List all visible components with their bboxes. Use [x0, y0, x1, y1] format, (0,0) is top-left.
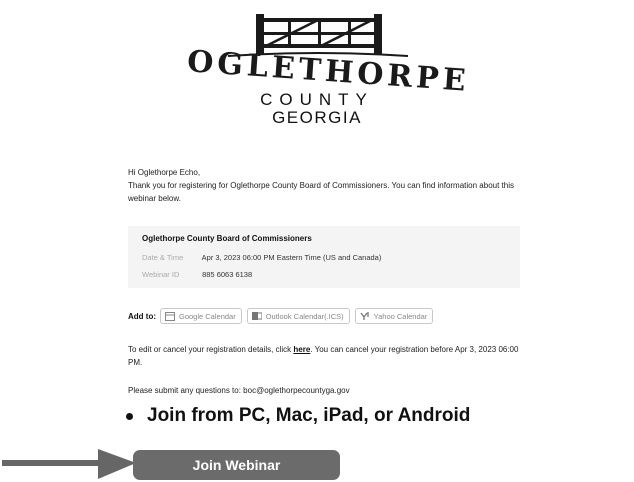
- arrow-right-icon: [2, 449, 136, 479]
- google-calendar-button[interactable]: Google Calendar: [160, 308, 242, 324]
- bullet-icon: [126, 412, 133, 420]
- date-time-row: Date & Time Apr 3, 2023 06:00 PM Eastern…: [142, 253, 381, 262]
- intro-text: Thank you for registering for Oglethorpe…: [128, 181, 514, 203]
- join-devices-text: Join from PC, Mac, iPad, or Android: [147, 405, 471, 426]
- webinar-id-row: Webinar ID 885 6063 6138: [142, 270, 252, 279]
- logo-county-text: COUNTY: [260, 90, 374, 109]
- edit-registration-text: To edit or cancel your registration deta…: [128, 343, 528, 369]
- email-body: Hi Oglethorpe Echo, Thank you for regist…: [128, 166, 524, 205]
- questions-text: Please submit any questions to: boc@ogle…: [128, 386, 350, 395]
- webinar-details-card: Oglethorpe County Board of Commissioners…: [128, 226, 520, 288]
- greeting-text: Hi Oglethorpe Echo,: [128, 168, 201, 177]
- add-to-label: Add to:: [128, 311, 156, 321]
- webinar-id-label: Webinar ID: [142, 270, 180, 279]
- calendar-icon: [165, 312, 175, 321]
- outlook-calendar-label: Outlook Calendar(.ICS): [265, 311, 344, 321]
- google-calendar-label: Google Calendar: [179, 311, 236, 321]
- logo-state-text: GEORGIA: [272, 108, 362, 127]
- yahoo-calendar-button[interactable]: Yahoo Calendar: [354, 308, 434, 324]
- date-time-label: Date & Time: [142, 253, 184, 262]
- date-time-value: Apr 3, 2023 06:00 PM Eastern Time (US an…: [201, 253, 382, 262]
- add-to-calendar-bar: Add to: Google Calendar Outlook Calendar…: [128, 307, 438, 325]
- outlook-calendar-button[interactable]: Outlook Calendar(.ICS): [246, 308, 350, 324]
- join-instructions: Join from PC, Mac, iPad, or Android: [126, 405, 470, 427]
- webinar-id-value: 885 6063 6138: [202, 270, 253, 279]
- edit-registration-link[interactable]: here: [293, 345, 310, 354]
- edit-text-before: To edit or cancel your registration deta…: [128, 345, 294, 354]
- webinar-title: Oglethorpe County Board of Commissioners: [142, 234, 312, 243]
- county-logo: OGLETHORPE COUNTY GEORGIA: [0, 0, 634, 135]
- join-webinar-button[interactable]: Join Webinar: [133, 450, 340, 480]
- yahoo-icon: [360, 312, 369, 320]
- yahoo-calendar-label: Yahoo Calendar: [373, 311, 428, 321]
- outlook-icon: [251, 312, 262, 320]
